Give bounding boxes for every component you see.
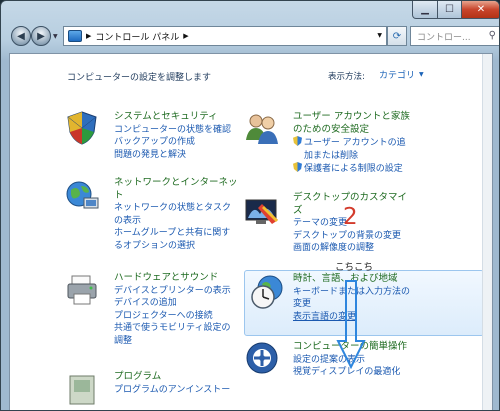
programs-title[interactable]: プログラム	[114, 371, 230, 384]
address-dropdown-icon[interactable]: ▼	[377, 32, 382, 39]
breadcrumb-control-panel[interactable]: コントロール パネル	[95, 30, 179, 43]
link-troubleshoot[interactable]: 問題の発見と解決	[114, 149, 231, 162]
link-parental-controls[interactable]: 保護者による制限の設定	[293, 162, 410, 176]
link-uninstall[interactable]: プログラムのアンインストー	[114, 384, 230, 397]
annotation-arrow-icon	[336, 280, 366, 369]
page-heading: コンピューターの設定を調整します	[67, 73, 212, 83]
link-network-status[interactable]: ネットワークの状態とタスク	[114, 202, 238, 215]
arrow-left-icon: ◀	[17, 30, 25, 42]
category-network-internet: ネットワークとインターネッ ト ネットワークの状態とタスク の表示 ホームグルー…	[114, 177, 238, 252]
maximize-button[interactable]: ☐	[437, 1, 462, 19]
uac-shield-icon	[293, 162, 302, 172]
view-by-dropdown[interactable]: カテゴリ ▼	[372, 66, 431, 83]
view-by-label: 表示方法:	[328, 72, 365, 82]
desktop-appearance-icon[interactable]	[244, 194, 280, 230]
link-adjust-resolution[interactable]: 画面の解像度の調整	[293, 242, 407, 255]
clock-globe-icon[interactable]	[250, 274, 286, 310]
network-title[interactable]: ネットワークとインターネッ	[114, 177, 238, 190]
main-content: コンピューターの設定を調整します 表示方法: カテゴリ ▼ システムとセキュリテ…	[9, 53, 493, 410]
search-placeholder: コントロー...	[417, 32, 471, 43]
system-security-title[interactable]: システムとセキュリティ	[114, 111, 231, 124]
network-globe-icon[interactable]	[64, 178, 100, 214]
search-icon[interactable]: ⚲	[489, 30, 496, 41]
forward-button[interactable]: ▶	[31, 26, 51, 46]
control-panel-window: ▁ ☐ ✕ ◀ ▶ ▼ ▶ コントロール パネル ▶ ▼ ⟳ コントロー... …	[0, 0, 500, 411]
shield-icon[interactable]	[64, 110, 100, 146]
refresh-icon: ⟳	[392, 30, 402, 42]
users-title[interactable]: ユーザー アカウントと家族	[293, 111, 410, 124]
link-add-remove-users-cont[interactable]: 加または削除	[293, 150, 410, 163]
link-create-backup[interactable]: バックアップの作成	[114, 136, 231, 149]
title-bar: ▁ ☐ ✕	[1, 1, 499, 23]
link-parental-controls-text: 保護者による制限の設定	[304, 164, 403, 174]
refresh-button[interactable]: ⟳	[387, 26, 407, 46]
recent-pages-dropdown[interactable]: ▼	[53, 33, 58, 40]
ease-of-access-icon[interactable]	[244, 340, 280, 376]
chevron-right-icon[interactable]: ▶	[86, 32, 91, 40]
chevron-down-icon: ▼	[419, 71, 424, 78]
annotation-text: こちこち	[335, 262, 374, 273]
minimize-icon: ▁	[421, 4, 429, 15]
vertical-scrollbar[interactable]	[482, 54, 492, 410]
uac-shield-icon	[293, 136, 302, 146]
navigation-bar: ◀ ▶ ▼ ▶ コントロール パネル ▶ ▼ ⟳ コントロー... ⚲	[1, 23, 499, 49]
link-homegroup-cont[interactable]: るオプションの選択	[114, 240, 238, 253]
close-button[interactable]: ✕	[461, 1, 499, 19]
control-panel-icon	[68, 30, 82, 42]
address-bar[interactable]: ▶ コントロール パネル ▶ ▼	[63, 26, 387, 46]
link-add-device[interactable]: デバイスの追加	[114, 297, 231, 310]
category-programs: プログラム プログラムのアンインストー	[114, 371, 230, 396]
minimize-button[interactable]: ▁	[412, 1, 438, 19]
arrow-right-icon: ▶	[37, 30, 45, 42]
maximize-icon: ☐	[445, 4, 454, 15]
programs-icon[interactable]	[64, 370, 100, 406]
search-input[interactable]: コントロー... ⚲	[410, 26, 499, 46]
chevron-right-icon[interactable]: ▶	[183, 32, 188, 40]
view-by-value: カテゴリ	[379, 71, 416, 81]
users-title-cont[interactable]: のための安全設定	[293, 124, 410, 137]
link-devices-printers[interactable]: デバイスとプリンターの表示	[114, 285, 231, 298]
link-add-remove-users-text: ユーザー アカウントの追	[304, 138, 406, 148]
link-change-background[interactable]: デスクトップの背景の変更	[293, 230, 407, 243]
hardware-title[interactable]: ハードウェアとサウンド	[114, 272, 231, 285]
category-system-security: システムとセキュリティ コンピューターの状態を確認 バックアップの作成 問題の発…	[114, 111, 231, 161]
link-mobility[interactable]: 共通で使うモビリティ設定の	[114, 322, 231, 335]
link-check-status[interactable]: コンピューターの状態を確認	[114, 124, 231, 137]
link-projector[interactable]: プロジェクターへの接続	[114, 310, 231, 323]
link-homegroup[interactable]: ホームグループと共有に関す	[114, 227, 238, 240]
annotation-number: 2	[343, 204, 358, 230]
link-network-status-cont[interactable]: の表示	[114, 215, 238, 228]
link-add-remove-users[interactable]: ユーザー アカウントの追	[293, 136, 410, 150]
users-icon[interactable]	[244, 110, 280, 146]
printer-icon[interactable]	[64, 272, 100, 308]
category-user-accounts: ユーザー アカウントと家族 のための安全設定 ユーザー アカウントの追 加または…	[293, 111, 410, 176]
network-title-cont[interactable]: ト	[114, 190, 238, 203]
link-mobility-cont[interactable]: 調整	[114, 335, 231, 348]
category-hardware-sound: ハードウェアとサウンド デバイスとプリンターの表示 デバイスの追加 プロジェクタ…	[114, 272, 231, 347]
close-icon: ✕	[476, 4, 486, 15]
appearance-title[interactable]: デスクトップのカスタマイ	[293, 192, 407, 205]
back-button[interactable]: ◀	[11, 26, 31, 46]
